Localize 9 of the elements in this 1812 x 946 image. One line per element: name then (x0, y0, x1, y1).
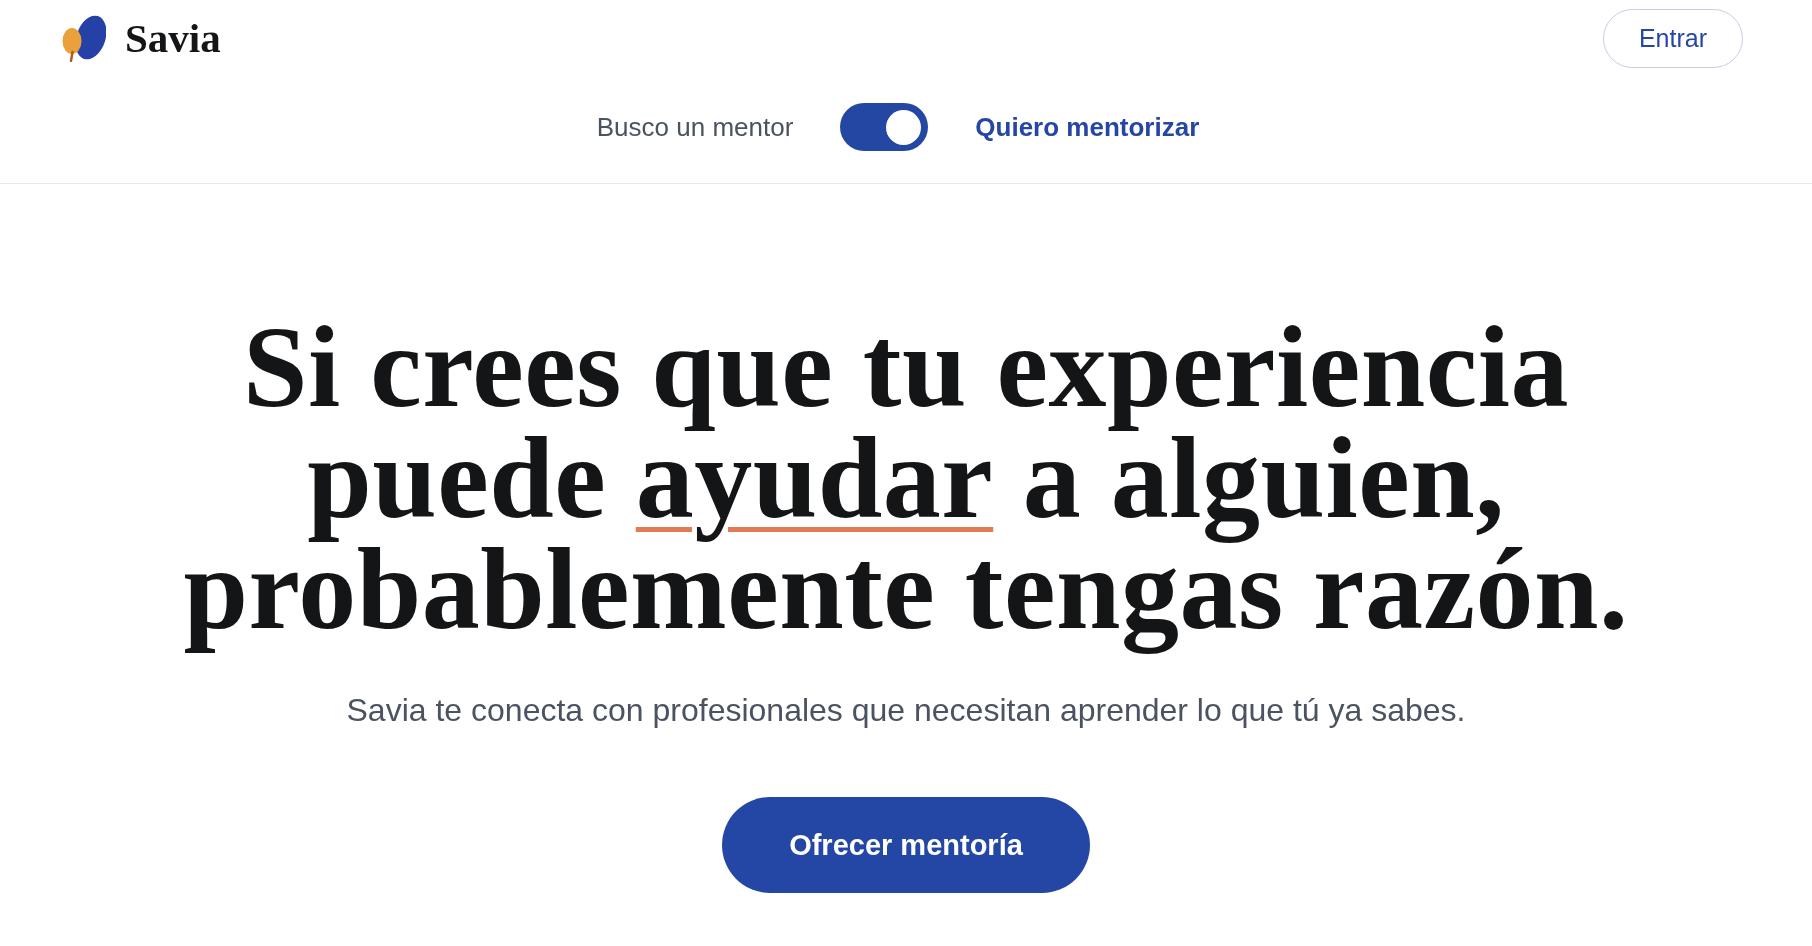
mode-switch[interactable] (840, 103, 929, 151)
offer-mentoring-button[interactable]: Ofrecer mentoría (722, 797, 1090, 893)
hero-subtitle: Savia te conecta con profesionales que necesitan aprender lo que tú ya sabes. (346, 691, 1466, 730)
logo-icon (62, 15, 106, 62)
mode-option[interactable]: Quiero mentorizar (975, 111, 1200, 143)
hero-headline: Si crees que tu experiencia puede ayudar a alguien, probablemente tengas razón. (182, 302, 1630, 656)
brand-name: Savia (125, 18, 221, 59)
login-button[interactable]: Entrar (1602, 9, 1743, 68)
mode-option[interactable]: Busco un mentor (596, 111, 794, 143)
